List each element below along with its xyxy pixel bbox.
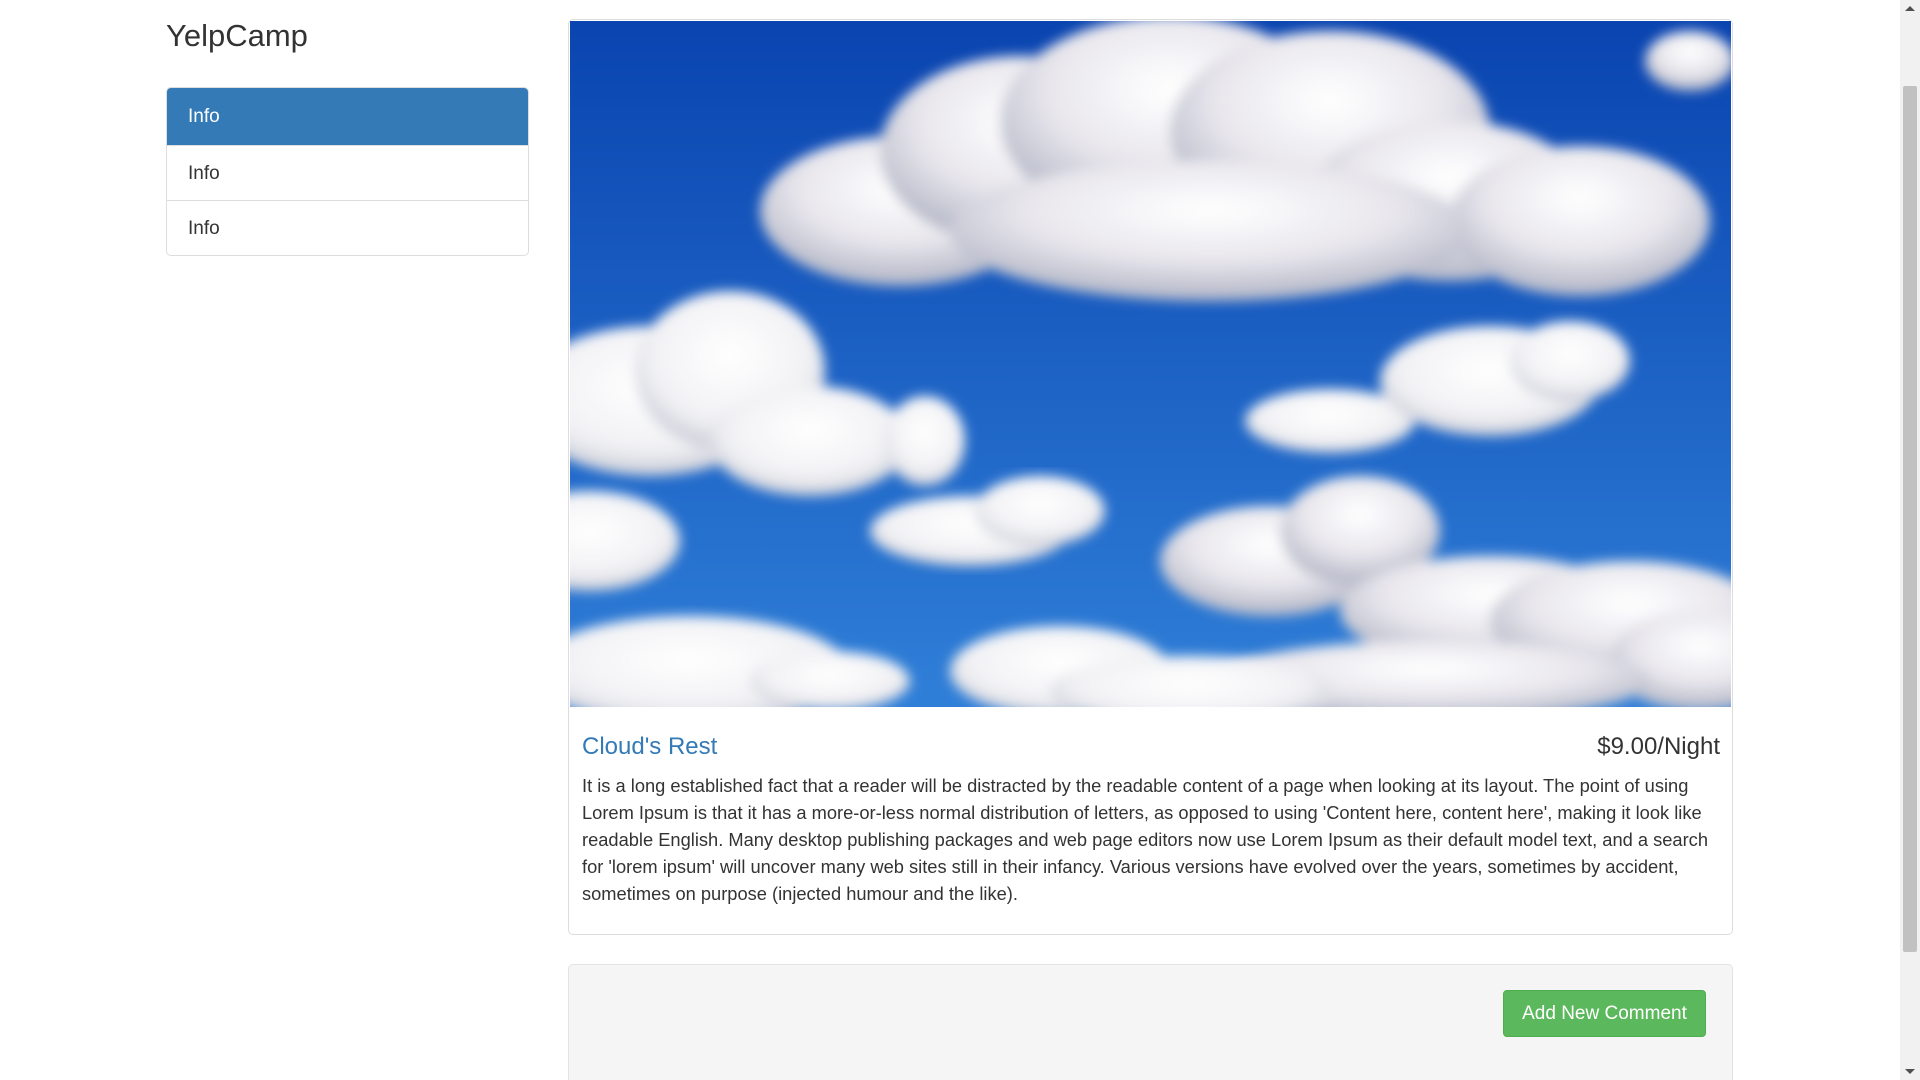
page: YelpCamp Info Info Info Cloud's Rest $9.… (0, 0, 1920, 1080)
sidebar-list: Info Info Info (166, 87, 529, 256)
vertical-scrollbar[interactable] (1900, 0, 1920, 1080)
scrollbar-thumb[interactable] (1903, 86, 1917, 952)
add-new-comment-button[interactable]: Add New Comment (1503, 990, 1706, 1037)
arrow-down-icon[interactable] (1905, 1069, 1915, 1074)
sidebar-item-info-3[interactable]: Info (167, 200, 528, 255)
arrow-up-icon[interactable] (1905, 6, 1915, 11)
comments-well: Add New Comment (568, 964, 1733, 1080)
campground-card: Cloud's Rest $9.00/Night It is a long es… (568, 19, 1733, 935)
campground-description: It is a long established fact that a rea… (582, 775, 1708, 904)
campground-name-link[interactable]: Cloud's Rest (582, 733, 717, 761)
brand-title: YelpCamp (166, 18, 308, 53)
campground-image (570, 21, 1731, 707)
sidebar-item-info-1[interactable]: Info (167, 88, 528, 145)
sidebar-item-info-2[interactable]: Info (167, 145, 528, 200)
campground-price: $9.00/Night (1597, 733, 1720, 760)
